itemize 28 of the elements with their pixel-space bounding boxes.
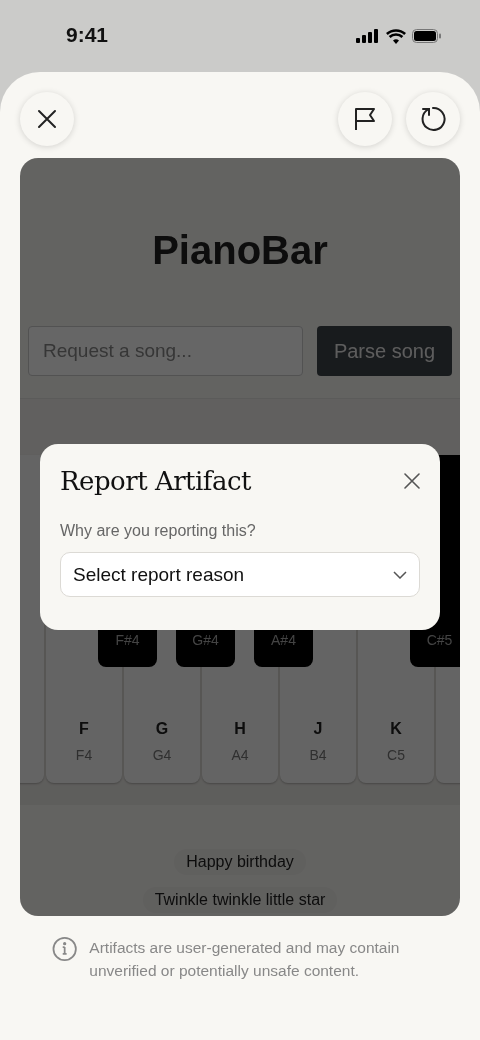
close-button[interactable] [20,92,74,146]
battery-icon [412,29,442,43]
reload-button[interactable] [406,92,460,146]
key-note: C#5 [426,632,453,648]
key-letter: H [234,720,246,738]
key-letter: F [79,720,89,738]
report-button[interactable] [338,92,392,146]
key-letter: K [390,720,402,738]
info-icon [52,936,78,962]
key-note: A#4 [271,632,296,648]
key-note: F#4 [115,632,140,648]
reload-icon [420,106,446,132]
key-letter: J [313,720,323,738]
dialog-title: Report Artifact [60,466,251,496]
clock-time: 9:41 [66,23,109,47]
wifi-icon [386,28,406,44]
dialog-question: Why are you reporting this? [60,522,257,540]
parse-song-button[interactable]: Parse song [317,326,452,376]
chevron-down-icon [393,570,407,579]
close-icon [37,109,57,129]
close-icon[interactable] [404,473,420,489]
flag-icon [354,107,376,131]
app-title: PianoBar [151,228,329,273]
reason-select[interactable]: Select report reason [60,552,420,597]
disclaimer-text: Artifacts are user-generated and may contain unverified or potentially unsafe content. [89,938,401,981]
key-note: G#4 [192,632,219,648]
key-letter: G [155,720,169,738]
signal-icon [356,29,380,43]
